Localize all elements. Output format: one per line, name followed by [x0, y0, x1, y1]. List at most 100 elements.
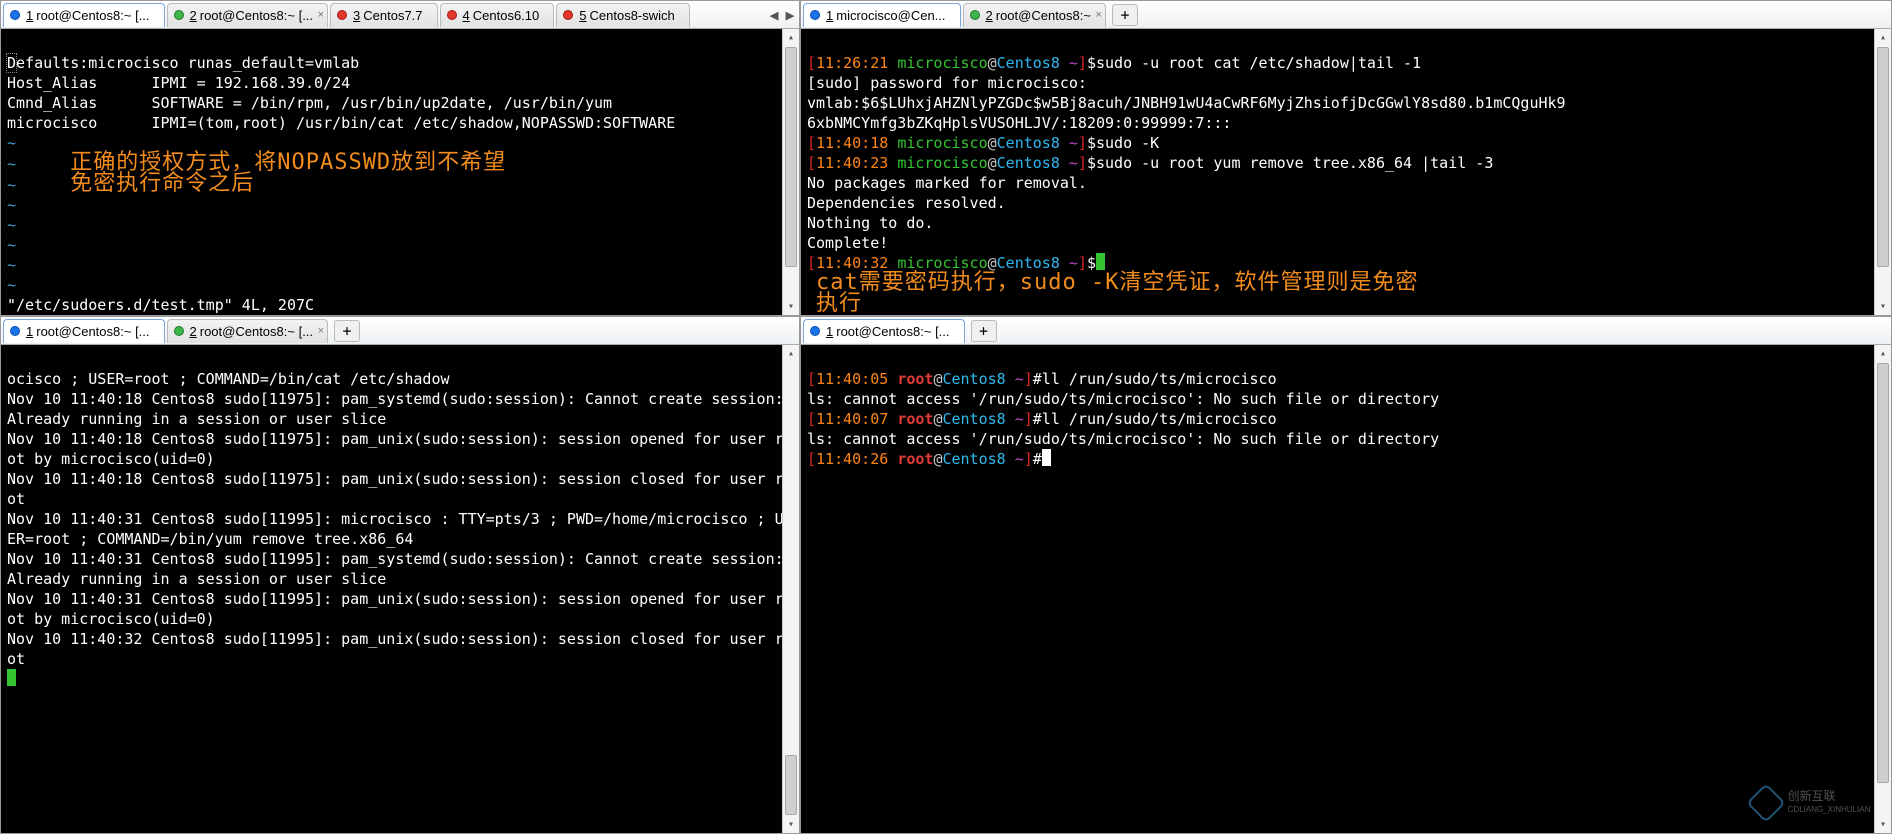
tab-bl-1[interactable]: 1 root@Centos8:~ [... — [3, 319, 165, 343]
scroll-up-icon[interactable]: ▴ — [783, 345, 799, 362]
tab-tl-1[interactable]: 1 root@Centos8:~ [... — [3, 3, 165, 27]
scroll-down-icon[interactable]: ▾ — [1875, 298, 1891, 315]
command-text: sudo -u root yum remove tree.x86_64 |tai… — [1096, 154, 1493, 172]
terminal-br[interactable]: [11:40:05 root@Centos8 ~]#ll /run/sudo/t… — [801, 345, 1891, 833]
scrollbar[interactable]: ▴ ▾ — [1874, 29, 1891, 315]
scroll-down-icon[interactable]: ▾ — [783, 816, 799, 833]
tab-index: 2 — [190, 8, 197, 23]
output-line: [sudo] password for microcisco: — [807, 74, 1087, 92]
tab-index: 1 — [26, 324, 33, 339]
vim-tilde: ~ — [7, 256, 16, 274]
tab-tl-5[interactable]: 5 Centos8-swich — [556, 3, 690, 27]
output-line: vmlab:$6$LUhxjAHZNlyPZGDc$w5Bj8acuh/JNBH… — [807, 93, 1567, 133]
tab-index: 2 — [190, 324, 197, 339]
status-dot-icon — [447, 10, 457, 20]
status-dot-icon — [174, 326, 184, 336]
terminal-bl[interactable]: ocisco ; USER=root ; COMMAND=/bin/cat /e… — [1, 345, 799, 833]
prompt-user: root — [897, 370, 933, 388]
tab-br-1[interactable]: 1 root@Centos8:~ [... — [803, 319, 965, 343]
scroll-up-icon[interactable]: ▴ — [783, 29, 799, 46]
new-tab-button[interactable]: + — [1112, 4, 1138, 26]
status-dot-icon — [970, 10, 980, 20]
tab-label: Centos7.7 — [363, 8, 422, 23]
tab-index: 2 — [986, 8, 993, 23]
tab-nav-arrows: ◀ ▶ — [767, 6, 797, 24]
scroll-up-icon[interactable]: ▴ — [1875, 29, 1891, 46]
log-line: Nov 10 11:40:31 Centos8 sudo[11995]: pam… — [7, 590, 793, 628]
terminal-tl[interactable]: Defaults:microcisco runas_default=vmlab … — [1, 29, 799, 315]
scroll-down-icon[interactable]: ▾ — [1875, 816, 1891, 833]
tab-tl-2[interactable]: 2 root@Centos8:~ [... × — [167, 3, 329, 27]
cursor-icon — [7, 669, 16, 686]
prompt-host: Centos8 — [997, 54, 1060, 72]
vim-tilde: ~ — [7, 236, 16, 254]
prompt-user: microcisco — [897, 134, 987, 152]
prompt-user: microcisco — [897, 54, 987, 72]
vim-line: Cmnd_Alias SOFTWARE = /bin/rpm, /usr/bin… — [7, 94, 612, 112]
status-dot-icon — [563, 10, 573, 20]
prompt-user: microcisco — [897, 154, 987, 172]
scroll-up-icon[interactable]: ▴ — [1875, 345, 1891, 362]
tab-label: Centos6.10 — [473, 8, 540, 23]
close-icon[interactable]: × — [318, 9, 324, 21]
vim-tilde: ~ — [7, 196, 16, 214]
prompt-time: 11:40:07 — [816, 410, 888, 428]
output-line: ls: cannot access '/run/sudo/ts/microcis… — [807, 390, 1439, 408]
new-tab-button[interactable]: + — [971, 320, 997, 342]
vim-first-char: D — [7, 54, 16, 72]
output-line: No packages marked for removal. — [807, 174, 1087, 192]
scrollbar[interactable]: ▴ ▾ — [782, 29, 799, 315]
annotation-text: 免密执行命令之后 — [70, 171, 254, 196]
tab-label: microcisco@Cen... — [836, 8, 945, 23]
scroll-thumb[interactable] — [1877, 47, 1889, 267]
close-icon[interactable]: × — [1096, 9, 1102, 21]
scrollbar[interactable]: ▴ ▾ — [782, 345, 799, 833]
vim-tilde: ~ — [7, 216, 16, 234]
tab-next-icon[interactable]: ▶ — [783, 6, 797, 24]
prompt-time: 11:40:26 — [816, 450, 888, 468]
command-text: sudo -u root cat /etc/shadow|tail -1 — [1096, 54, 1421, 72]
tab-label: root@Centos8:~ [... — [200, 324, 313, 339]
status-dot-icon — [810, 10, 820, 20]
tabbar-tl: 1 root@Centos8:~ [... 2 root@Centos8:~ [… — [1, 1, 799, 29]
tabbar-tr: 1 microcisco@Cen... 2 root@Centos8:~ × + — [801, 1, 1891, 29]
tab-tl-4[interactable]: 4 Centos6.10 — [440, 3, 555, 27]
tab-label: root@Centos8:~ [... — [200, 8, 313, 23]
tab-label: root@Centos8:~ — [996, 8, 1091, 23]
tab-prev-icon[interactable]: ◀ — [767, 6, 781, 24]
output-line: Nothing to do. — [807, 214, 933, 232]
new-tab-button[interactable]: + — [334, 320, 360, 342]
scroll-thumb[interactable] — [1877, 363, 1889, 783]
tabbar-bl: 1 root@Centos8:~ [... 2 root@Centos8:~ [… — [1, 317, 799, 345]
output-line: Dependencies resolved. — [807, 194, 1006, 212]
vim-tilde: ~ — [7, 155, 16, 173]
prompt-host: Centos8 — [997, 134, 1060, 152]
tab-bl-2[interactable]: 2 root@Centos8:~ [... × — [167, 319, 329, 343]
output-line: Complete! — [807, 234, 888, 252]
vim-line: Host_Alias IPMI = 192.168.39.0/24 — [7, 74, 350, 92]
prompt-host: Centos8 — [997, 154, 1060, 172]
prompt-host: Centos8 — [942, 370, 1005, 388]
tab-index: 1 — [26, 8, 33, 23]
tab-index: 3 — [353, 8, 360, 23]
tab-tr-2[interactable]: 2 root@Centos8:~ × — [963, 3, 1106, 27]
prompt-user: root — [897, 410, 933, 428]
prompt-time: 11:40:18 — [816, 134, 888, 152]
pane-top-right: 1 microcisco@Cen... 2 root@Centos8:~ × +… — [800, 0, 1892, 316]
log-line: Nov 10 11:40:18 Centos8 sudo[11975]: pam… — [7, 470, 793, 508]
tab-tr-1[interactable]: 1 microcisco@Cen... — [803, 3, 961, 27]
vim-line: microcisco IPMI=(tom,root) /usr/bin/cat … — [7, 114, 675, 132]
tab-tl-3[interactable]: 3 Centos7.7 — [330, 3, 438, 27]
terminal-tr[interactable]: [11:26:21 microcisco@Centos8 ~]$sudo -u … — [801, 29, 1891, 315]
output-line: ls: cannot access '/run/sudo/ts/microcis… — [807, 430, 1439, 448]
vim-tilde: ~ — [7, 276, 16, 294]
scroll-thumb[interactable] — [785, 47, 797, 267]
vim-tilde: ~ — [7, 134, 16, 152]
scroll-down-icon[interactable]: ▾ — [783, 298, 799, 315]
close-icon[interactable]: × — [318, 325, 324, 337]
prompt-dir: ~ — [1069, 134, 1078, 152]
scrollbar[interactable]: ▴ ▾ — [1874, 345, 1891, 833]
prompt-time: 11:26:21 — [816, 54, 888, 72]
prompt-dir: ~ — [1015, 370, 1024, 388]
scroll-thumb[interactable] — [785, 755, 797, 815]
